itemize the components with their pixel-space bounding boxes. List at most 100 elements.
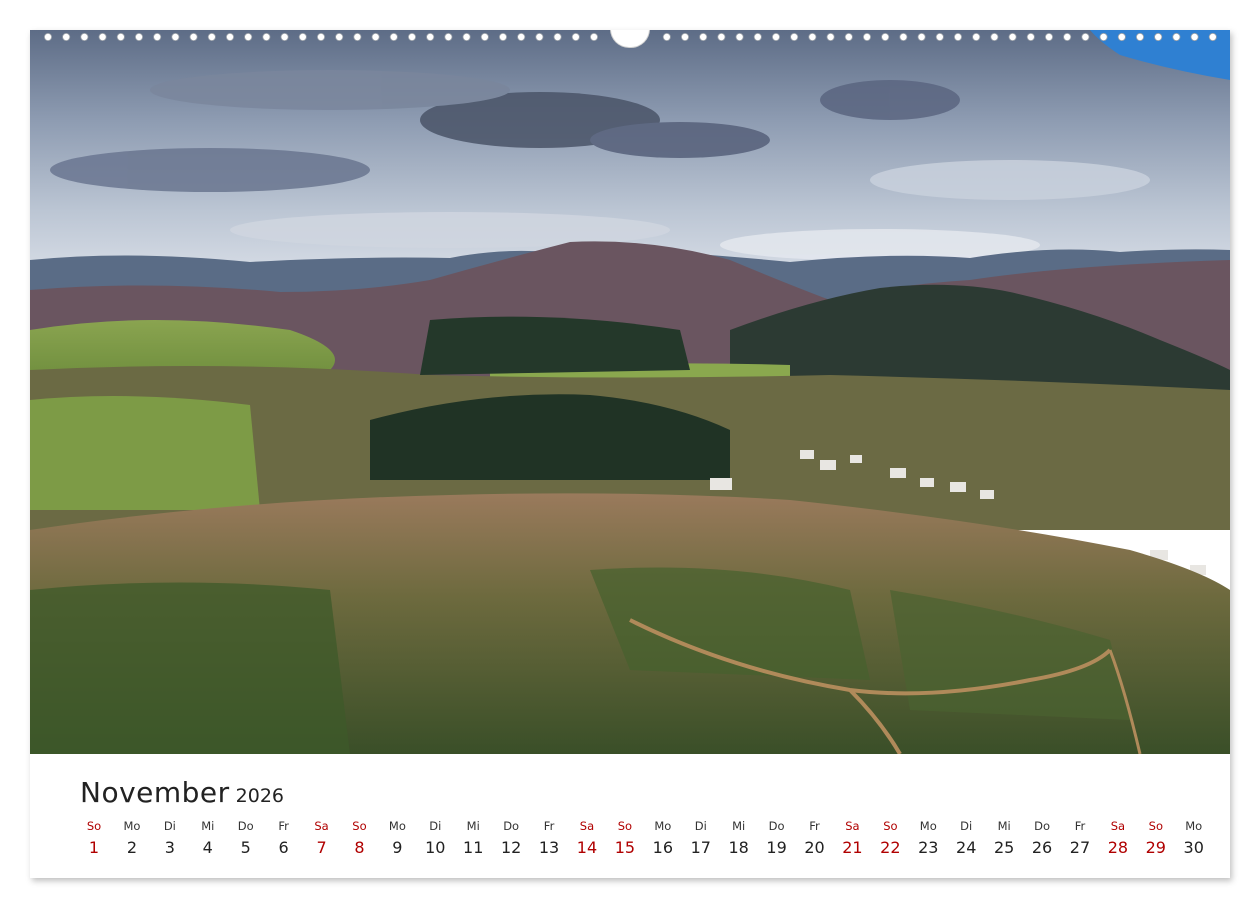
binding-hole (517, 33, 526, 41)
day-number: 30 (1183, 838, 1204, 857)
day-number: 9 (392, 838, 403, 857)
binding-hole (1045, 33, 1054, 41)
binding-hole (917, 33, 926, 41)
day-cell: Sa 28 (1100, 818, 1136, 860)
binding-hole (863, 33, 872, 41)
binding-hole (1172, 33, 1181, 41)
day-number: 18 (728, 838, 749, 857)
young-spruce-left (30, 582, 350, 754)
day-cell: Mi 4 (190, 818, 226, 860)
day-number: 28 (1107, 838, 1129, 857)
day-number: 20 (804, 838, 825, 857)
day-number: 13 (538, 838, 560, 857)
day-cell: So 22 (872, 818, 908, 860)
weekday-label: Sa (1110, 819, 1126, 833)
day-number: 16 (652, 838, 673, 857)
calendar-sheet: November 2026 So 1 Mo 2 Di 3 Mi 4 Do 5 Fr 6 Sa 7 So 8 Mo 9… (30, 30, 1230, 878)
binding-hole (244, 33, 253, 41)
day-cell: So 1 (76, 818, 112, 860)
binding-hole (972, 33, 981, 41)
weekday-label: Di (694, 819, 707, 833)
binding-hole (553, 33, 562, 41)
binding-hole (753, 33, 762, 41)
weekday-label: Mo (123, 819, 141, 833)
day-cell: Mi 18 (721, 818, 757, 860)
day-number: 17 (690, 838, 711, 857)
calendar-page: November 2026 So 1 Mo 2 Di 3 Mi 4 Do 5 Fr 6 Sa 7 So 8 Mo 9… (0, 0, 1260, 908)
binding-hole (699, 33, 708, 41)
day-number: 7 (316, 838, 327, 857)
binding-hole (280, 33, 289, 41)
weekday-label: Mo (919, 819, 937, 833)
day-number: 6 (278, 838, 289, 857)
binding-hole (1099, 33, 1108, 41)
binding-hole (62, 33, 71, 41)
day-cell: Do 26 (1024, 818, 1060, 860)
year: 2026 (235, 785, 285, 807)
binding-hole (116, 33, 125, 41)
day-number: 14 (576, 838, 598, 857)
binding-hole (43, 33, 52, 41)
day-number: 4 (202, 838, 213, 857)
day-cell: Mo 2 (114, 818, 150, 860)
day-cell: Fr 13 (531, 818, 567, 860)
binding-hole (298, 33, 307, 41)
weekday-label: So (86, 819, 102, 833)
day-cell: Di 10 (417, 818, 453, 860)
day-number: 25 (993, 838, 1015, 857)
binding-hole (316, 33, 325, 41)
binding-hole (808, 33, 817, 41)
binding-hole (462, 33, 471, 41)
binding-hole (844, 33, 853, 41)
binding-hole (498, 33, 507, 41)
binding-hole (1208, 33, 1217, 41)
weekday-label: Sa (845, 819, 860, 833)
weekday-label: Do (237, 819, 254, 833)
binding-hole (80, 33, 89, 41)
day-number: 22 (880, 838, 901, 857)
day-number: 8 (354, 838, 365, 857)
day-cell: Mo 9 (379, 818, 415, 860)
landscape-illustration (30, 30, 1230, 754)
green-field (30, 396, 260, 510)
weekday-label: Do (1034, 819, 1050, 833)
binding-hole (535, 33, 544, 41)
month-name: November (80, 776, 230, 809)
day-cell: Mo 30 (1176, 818, 1212, 860)
day-number: 5 (240, 838, 251, 857)
binding-hole (681, 33, 690, 41)
binding-hole (480, 33, 489, 41)
binding-hole (353, 33, 362, 41)
binding-hole (189, 33, 198, 41)
binding-hole (571, 33, 580, 41)
binding-hole (371, 33, 380, 41)
day-cell: Di 17 (683, 818, 719, 860)
weekday-label: So (352, 819, 367, 833)
binding-hole (935, 33, 944, 41)
day-number: 12 (500, 838, 522, 857)
weekday-label: Mo (654, 819, 672, 833)
weekday-label: So (883, 819, 898, 833)
weekday-label: Di (429, 819, 442, 833)
day-cell: Di 3 (152, 818, 188, 860)
binding-hole (1081, 33, 1090, 41)
weekday-label: Sa (579, 819, 595, 833)
weekday-label: Mi (997, 819, 1011, 833)
day-cell: So 15 (607, 818, 643, 860)
weekday-label: Fr (1074, 819, 1086, 833)
binding-hole (98, 33, 107, 41)
day-cell: Mi 11 (455, 818, 491, 860)
weekday-label: Mi (201, 819, 215, 833)
day-cell: Di 24 (948, 818, 984, 860)
weekday-label: Fr (809, 819, 820, 833)
day-cell: Mo 23 (910, 818, 946, 860)
day-number: 27 (1069, 838, 1091, 857)
weekday-label: Sa (314, 819, 329, 833)
weekday-label: Mi (732, 819, 746, 833)
day-grid: So 1 Mo 2 Di 3 Mi 4 Do 5 Fr 6 Sa 7 So 8 Mo 9 Di 10 Mi 11 Do 12 F… (76, 818, 1212, 860)
binding-hole (153, 33, 162, 41)
day-cell: Mo 16 (645, 818, 681, 860)
binding-hole (389, 33, 398, 41)
binding-hole (772, 33, 781, 41)
day-cell: Fr 6 (266, 818, 302, 860)
